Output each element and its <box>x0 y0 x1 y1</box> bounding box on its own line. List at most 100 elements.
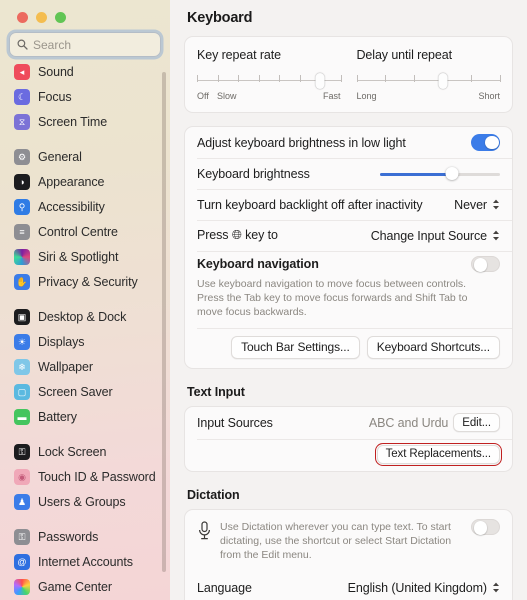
sidebar-item-label: Focus <box>38 90 72 104</box>
lock-screen-icon: ⚿ <box>14 444 30 460</box>
sidebar-item-label: Battery <box>38 410 77 424</box>
dictation-language-row[interactable]: Language English (United Kingdom) <box>185 572 512 600</box>
privacy-icon: ✋ <box>14 274 30 290</box>
backlight-off-label: Turn keyboard backlight off after inacti… <box>197 197 423 212</box>
settings-nav-list[interactable]: ◂ Sound ☾ Focus ⧖ Screen Time ⚙ General ◑ Appeara… <box>0 52 170 600</box>
slider-knob[interactable] <box>445 167 459 180</box>
sidebar-item-lock-screen[interactable]: ⚿ Lock Screen <box>8 440 162 464</box>
key-repeat-rate-group: Key repeat rate Off Slow Fast <box>197 48 342 103</box>
displays-icon: ☀ <box>14 334 30 350</box>
window-controls <box>0 0 170 23</box>
nav-group-separator <box>8 515 162 525</box>
text-replacements-button[interactable]: Text Replacements... <box>374 442 503 467</box>
users-groups-icon: ♟ <box>14 494 30 510</box>
sidebar-item-label: Displays <box>38 335 85 349</box>
keyboard-brightness-label: Keyboard brightness <box>197 166 310 181</box>
battery-icon: ▬ <box>14 409 30 425</box>
sidebar-item-focus[interactable]: ☾ Focus <box>8 85 162 109</box>
keyboard-buttons-row: Touch Bar Settings... Keyboard Shortcuts… <box>185 327 512 368</box>
minimize-button[interactable] <box>36 12 47 23</box>
sidebar-item-screen-time[interactable]: ⧖ Screen Time <box>8 110 162 134</box>
dictation-description: Use Dictation wherever you can type text… <box>220 520 452 561</box>
input-sources-label: Input Sources <box>197 415 273 430</box>
adjust-brightness-row: Adjust keyboard brightness in low light <box>185 127 512 158</box>
passwords-icon: ⚿ <box>14 529 30 545</box>
sidebar-item-internet-accounts[interactable]: @ Internet Accounts <box>8 550 162 574</box>
search-placeholder: Search <box>33 37 72 52</box>
sidebar-scrollbar[interactable] <box>162 72 166 572</box>
slider-thumb[interactable] <box>315 73 325 89</box>
appearance-icon: ◑ <box>14 174 30 190</box>
backlight-off-row[interactable]: Turn keyboard backlight off after inacti… <box>185 189 512 220</box>
slider-thumb[interactable] <box>438 73 448 89</box>
key-repeat-rate-label: Key repeat rate <box>197 48 281 62</box>
keyboard-navigation-description: Use keyboard navigation to move focus be… <box>197 278 468 318</box>
sidebar-item-screen-saver[interactable]: ▢ Screen Saver <box>8 380 162 404</box>
dictation-language-popup[interactable]: English (United Kingdom) <box>348 581 500 595</box>
edit-input-sources-button[interactable]: Edit... <box>453 413 500 433</box>
general-icon: ⚙ <box>14 149 30 165</box>
sidebar-item-desktop-dock[interactable]: ▣ Desktop & Dock <box>8 305 162 329</box>
slider-fill <box>380 172 452 176</box>
dictation-heading: Dictation <box>187 487 240 502</box>
sound-icon: ◂ <box>14 64 30 80</box>
toggle-knob <box>473 258 487 272</box>
sidebar-item-wallpaper[interactable]: ❄ Wallpaper <box>8 355 162 379</box>
globe-key-row[interactable]: Press 🌐︎ key to Change Input Source <box>185 220 512 251</box>
sidebar-item-game-center[interactable]: Game Center <box>8 575 162 599</box>
adjust-brightness-toggle[interactable] <box>471 134 500 151</box>
keyboard-brightness-row: Keyboard brightness <box>185 158 512 189</box>
keyboard-navigation-label: Keyboard navigation <box>197 257 319 271</box>
game-center-icon <box>14 579 30 595</box>
zoom-button[interactable] <box>55 12 66 23</box>
slider-tick <box>385 75 387 82</box>
slider-tick <box>471 75 473 82</box>
dictation-toggle[interactable] <box>471 518 500 536</box>
sidebar-item-label: Screen Saver <box>38 385 113 399</box>
keyboard-brightness-slider[interactable] <box>380 167 500 181</box>
dictation-language-label: Language <box>197 580 252 595</box>
text-input-card: Input Sources ABC and Urdu Edit... Text … <box>184 405 513 472</box>
sidebar-item-battery[interactable]: ▬ Battery <box>8 405 162 429</box>
dictation-toggle-row: Use Dictation wherever you can type text… <box>185 510 512 572</box>
keyboard-navigation-row: Keyboard navigation <box>185 251 512 277</box>
keyboard-options-card: Adjust keyboard brightness in low light … <box>184 126 513 369</box>
sidebar-item-label: Wallpaper <box>38 360 93 374</box>
sidebar-item-label: Desktop & Dock <box>38 310 127 324</box>
sidebar-item-passwords[interactable]: ⚿ Passwords <box>8 525 162 549</box>
touch-bar-settings-button[interactable]: Touch Bar Settings... <box>231 335 360 359</box>
backlight-off-popup[interactable]: Never <box>454 198 500 212</box>
slider-track <box>356 80 500 81</box>
sidebar-item-label: Siri & Spotlight <box>38 250 119 264</box>
sidebar-item-label: Privacy & Security <box>38 275 138 289</box>
input-sources-value-group: ABC and Urdu Edit... <box>368 413 500 433</box>
sidebar-item-label: Passwords <box>38 530 99 544</box>
keyboard-navigation-toggle[interactable] <box>471 255 500 273</box>
touch-id-icon: ◉ <box>14 469 30 485</box>
globe-key-popup[interactable]: Change Input Source <box>371 229 500 243</box>
sidebar-item-siri-spotlight[interactable]: Siri & Spotlight <box>8 245 162 269</box>
keyboard-shortcuts-button[interactable]: Keyboard Shortcuts... <box>366 335 500 359</box>
key-repeat-rate-slider[interactable] <box>197 73 342 89</box>
close-button[interactable] <box>17 12 28 23</box>
sidebar-item-general[interactable]: ⚙ General <box>8 145 162 169</box>
slider-tick <box>356 75 358 82</box>
screen-time-icon: ⧖ <box>14 114 30 130</box>
sidebar-item-displays[interactable]: ☀ Displays <box>8 330 162 354</box>
sidebar-item-sound[interactable]: ◂ Sound <box>8 60 162 84</box>
input-sources-value: ABC and Urdu <box>368 415 449 430</box>
sidebar-item-touch-id-password[interactable]: ◉ Touch ID & Password <box>8 465 162 489</box>
sidebar-item-control-centre[interactable]: ≡ Control Centre <box>8 220 162 244</box>
slider-tick <box>299 75 301 82</box>
sidebar-item-accessibility[interactable]: ⚲ Accessibility <box>8 195 162 219</box>
sidebar-item-users-groups[interactable]: ♟ Users & Groups <box>8 490 162 514</box>
key-repeat-off-label: Off <box>197 91 209 101</box>
sidebar-item-label: Internet Accounts <box>38 555 133 569</box>
delay-until-repeat-slider[interactable] <box>356 73 501 89</box>
backlight-off-value: Never <box>454 197 487 212</box>
sidebar-item-label: Screen Time <box>38 115 108 129</box>
sidebar-item-appearance[interactable]: ◑ Appearance <box>8 170 162 194</box>
desktop-dock-icon: ▣ <box>14 309 30 325</box>
sidebar-item-privacy-security[interactable]: ✋ Privacy & Security <box>8 270 162 294</box>
dictation-card: Use Dictation wherever you can type text… <box>184 508 513 600</box>
